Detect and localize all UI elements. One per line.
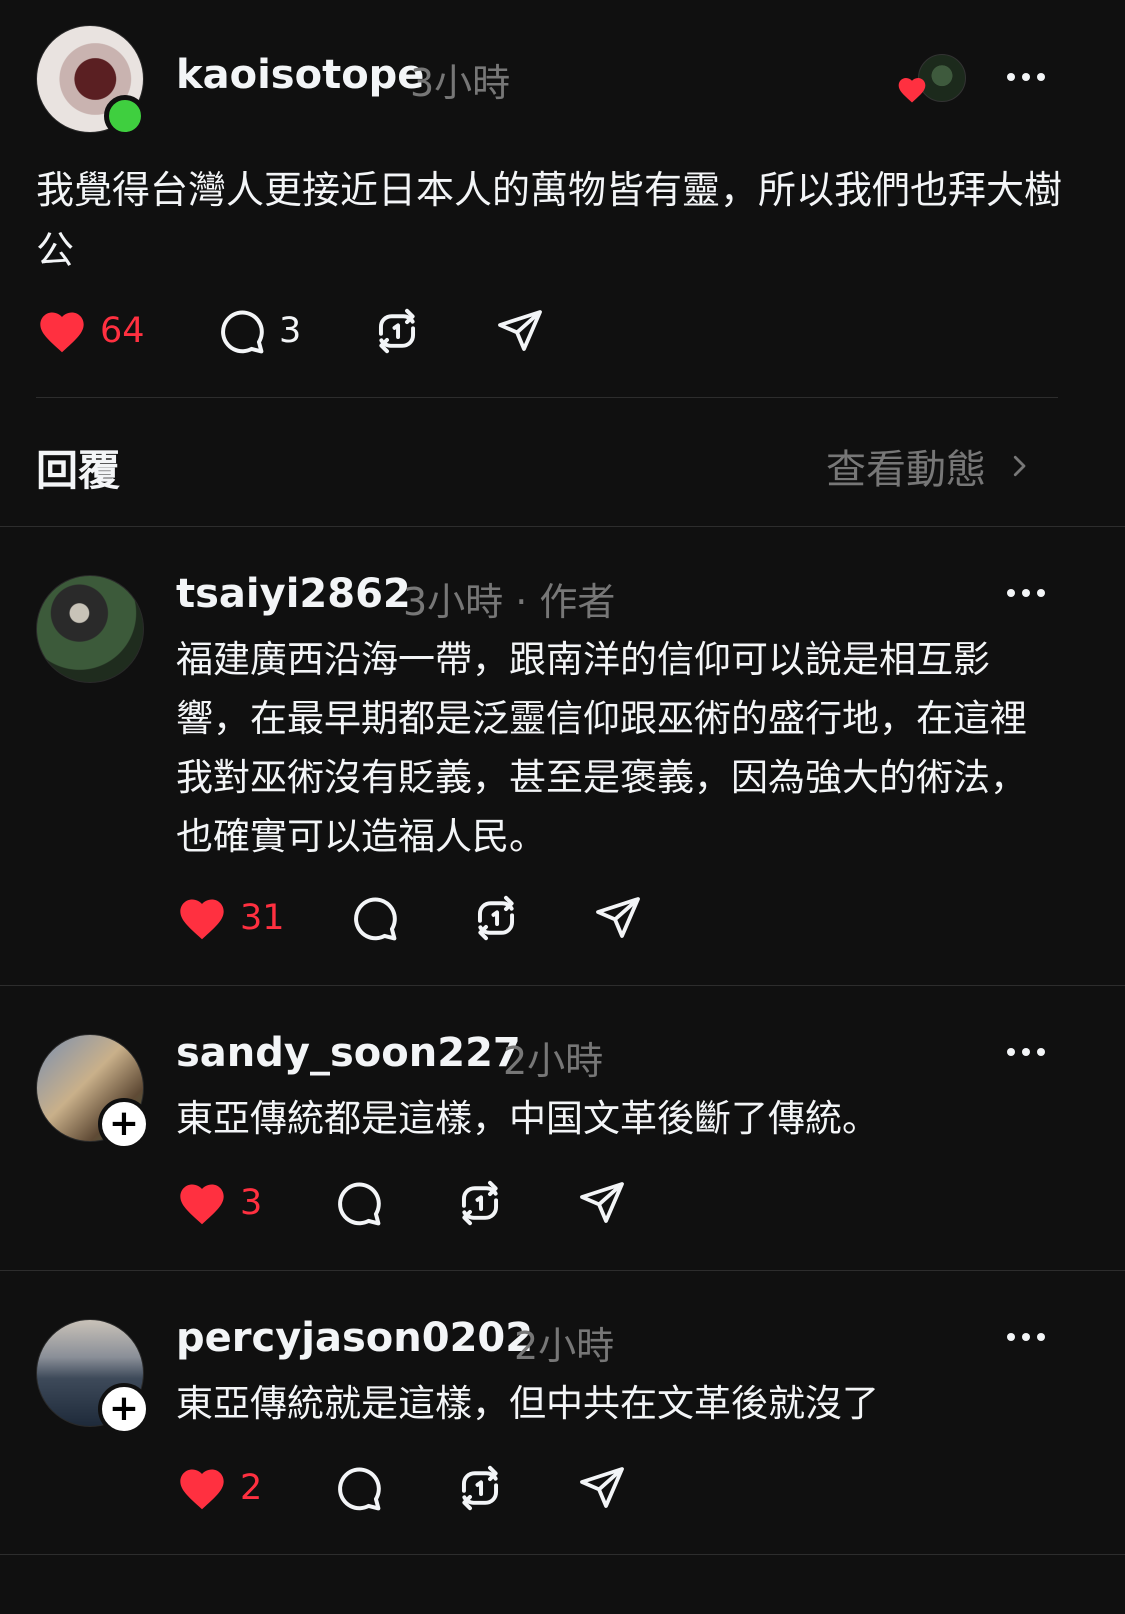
share-icon[interactable]: [578, 1463, 626, 1511]
avatar[interactable]: [36, 575, 144, 683]
chevron-right-icon: [1013, 455, 1026, 477]
comment-icon[interactable]: [333, 1463, 383, 1513]
divider: [0, 1554, 1125, 1555]
follow-plus-icon[interactable]: +: [98, 1098, 150, 1150]
username[interactable]: kaoisotope: [176, 52, 424, 98]
heart-icon[interactable]: [176, 1463, 228, 1515]
comment-icon[interactable]: [349, 893, 399, 943]
like-count: 2: [240, 1468, 263, 1508]
repost-icon[interactable]: [471, 893, 521, 943]
reply-text: 東亞傳統就是這樣，但中共在文革後就沒了: [176, 1382, 879, 1425]
replies-heading: 回覆: [36, 446, 121, 495]
more-icon[interactable]: [1006, 71, 1046, 83]
divider: [36, 397, 1058, 398]
share-icon[interactable]: [496, 306, 544, 354]
username[interactable]: sandy_soon227: [176, 1030, 521, 1076]
reply-text: 東亞傳統都是這樣，中国文革後斷了傳統。: [176, 1097, 879, 1140]
heart-icon[interactable]: [176, 1178, 228, 1230]
repost-icon[interactable]: [372, 306, 422, 356]
username[interactable]: tsaiyi2862: [176, 571, 411, 617]
like-count: 3: [240, 1183, 263, 1223]
timestamp: 2小時: [514, 1324, 615, 1368]
view-activity-link[interactable]: 查看動態: [826, 437, 1034, 495]
timestamp: 2小時: [503, 1039, 604, 1083]
reply-text: 福建廣西沿海一帶，跟南洋的信仰可以說是相互影響，在最早期都是泛靈信仰跟巫術的盛行…: [176, 638, 1027, 858]
more-icon[interactable]: [1006, 587, 1046, 599]
username[interactable]: percyjason0202: [176, 1315, 533, 1361]
divider: [0, 526, 1125, 527]
divider: [0, 985, 1125, 986]
like-count: 31: [240, 898, 285, 938]
follow-plus-icon[interactable]: +: [98, 1383, 150, 1435]
repost-icon[interactable]: [455, 1178, 505, 1228]
reply-count: 3: [279, 311, 302, 351]
timestamp: 3小時 · 作者: [403, 580, 616, 624]
post-text: 我覺得台灣人更接近日本人的萬物皆有靈，所以我們也拜大樹公: [36, 168, 1063, 272]
more-icon[interactable]: [1006, 1331, 1046, 1343]
timestamp: 3小時: [410, 61, 511, 105]
share-icon[interactable]: [578, 1178, 626, 1226]
heart-icon: [896, 74, 928, 106]
online-status-dot: [104, 95, 146, 137]
comment-icon[interactable]: [216, 306, 266, 356]
heart-icon[interactable]: [176, 893, 228, 945]
comment-icon[interactable]: [333, 1178, 383, 1228]
heart-icon[interactable]: [36, 306, 88, 358]
more-icon[interactable]: [1006, 1046, 1046, 1058]
divider: [0, 1270, 1125, 1271]
repost-icon[interactable]: [455, 1463, 505, 1513]
like-count: 64: [100, 311, 145, 351]
view-activity-label: 查看動態: [826, 447, 986, 493]
share-icon[interactable]: [594, 893, 642, 941]
